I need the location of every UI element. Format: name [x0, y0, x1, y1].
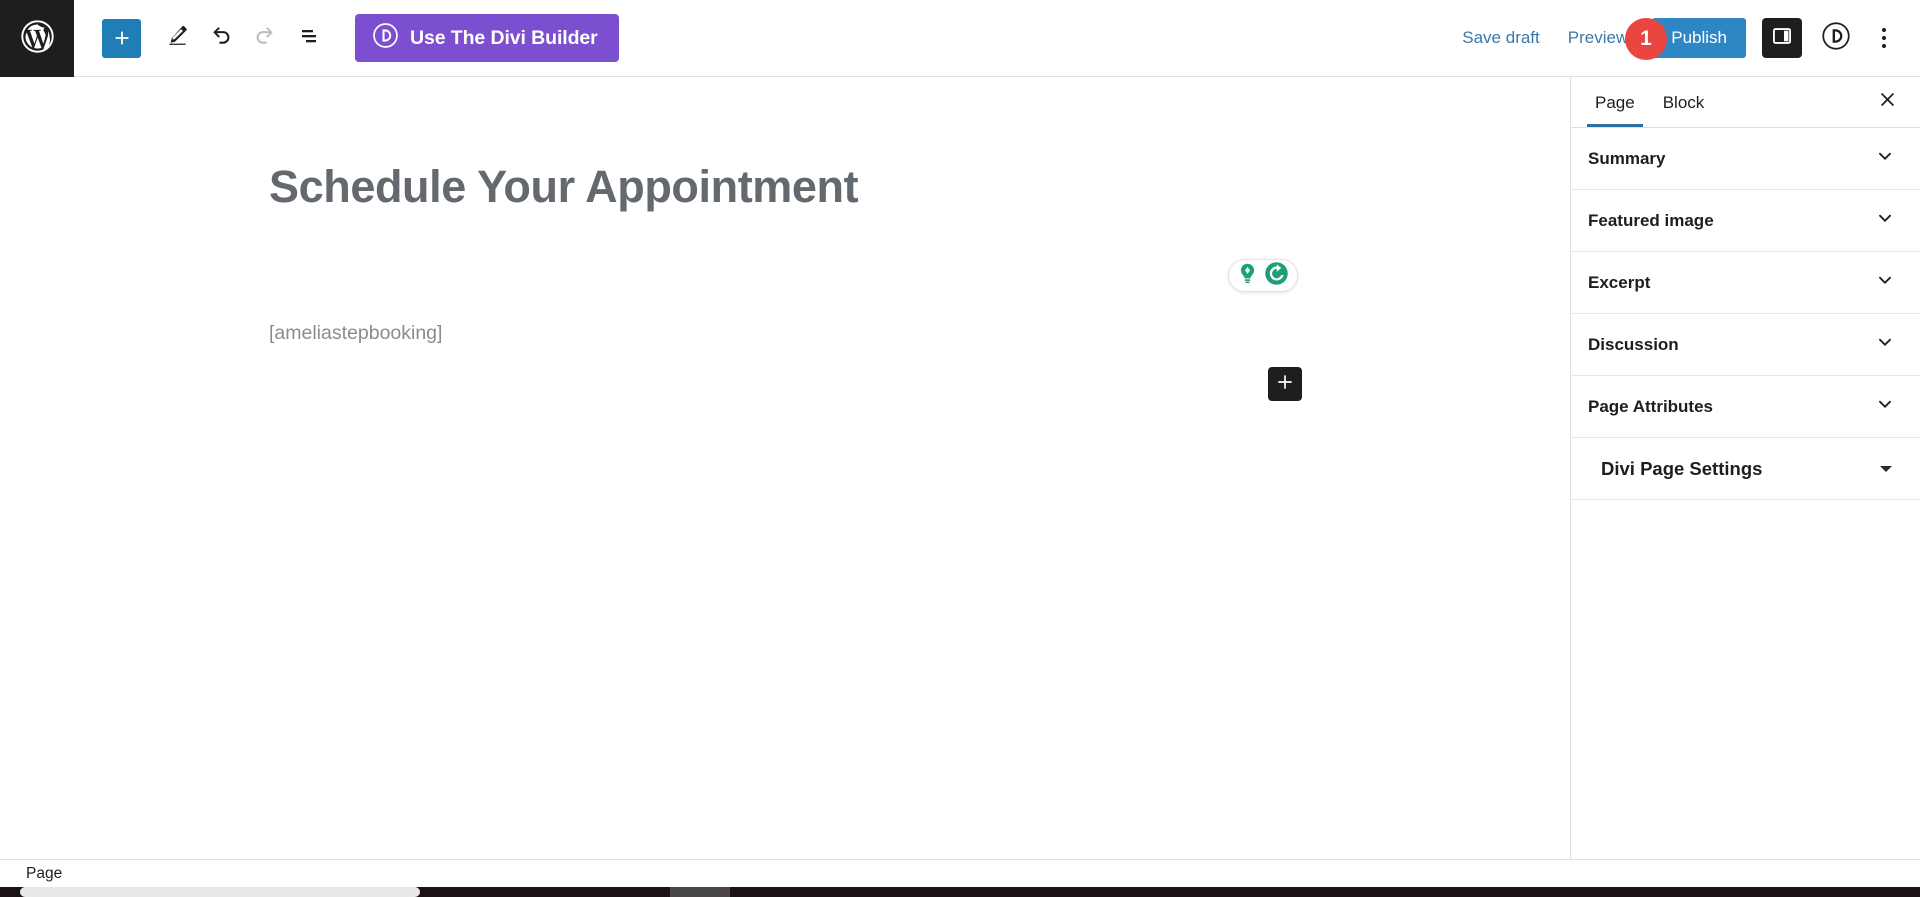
- redo-button[interactable]: [243, 16, 287, 60]
- more-options-button[interactable]: [1866, 18, 1902, 58]
- toolbar-right-group: Save draft Preview Publish: [1448, 0, 1920, 76]
- use-divi-builder-label: Use The Divi Builder: [410, 26, 598, 49]
- chevron-down-icon: [1874, 331, 1896, 358]
- notification-badge[interactable]: 1: [1625, 18, 1667, 60]
- tab-page[interactable]: Page: [1581, 79, 1649, 127]
- use-divi-builder-button[interactable]: Use The Divi Builder: [355, 14, 619, 62]
- redo-arrow-icon: [252, 23, 278, 54]
- panel-featured-image[interactable]: Featured image: [1571, 190, 1920, 252]
- panel-page-attributes-label: Page Attributes: [1588, 396, 1714, 416]
- list-view-button[interactable]: [287, 16, 331, 60]
- panel-summary-label: Summary: [1588, 148, 1666, 168]
- lightbulb-icon[interactable]: [1235, 261, 1260, 291]
- scrollbar-track-segment[interactable]: [670, 887, 730, 897]
- chevron-down-icon: [1874, 269, 1896, 296]
- page-title[interactable]: Schedule Your Appointment: [269, 161, 859, 213]
- wordpress-logo-button[interactable]: [0, 0, 74, 77]
- list-view-icon: [297, 24, 321, 53]
- panel-page-attributes[interactable]: Page Attributes: [1571, 376, 1920, 438]
- panel-discussion[interactable]: Discussion: [1571, 314, 1920, 376]
- undo-button[interactable]: [199, 16, 243, 60]
- three-dots-vertical-icon: [1882, 44, 1886, 48]
- wordpress-block-editor: Use The Divi Builder Save draft Preview …: [0, 0, 1920, 897]
- panel-excerpt-label: Excerpt: [1588, 272, 1651, 292]
- settings-sidebar-toggle-button[interactable]: [1762, 18, 1802, 58]
- panel-divi-page-settings-label: Divi Page Settings: [1601, 457, 1763, 479]
- toolbar-left-group: Use The Divi Builder: [74, 0, 619, 76]
- chevron-down-icon: [1874, 145, 1896, 172]
- breadcrumb: Page: [26, 864, 63, 882]
- panel-excerpt[interactable]: Excerpt: [1571, 252, 1920, 314]
- sidebar-tablist: Page Block: [1571, 77, 1920, 128]
- scrollbar-thumb[interactable]: [20, 887, 420, 897]
- wordpress-logo-icon: [19, 18, 56, 60]
- edit-tool-button[interactable]: [155, 16, 199, 60]
- pencil-icon: [166, 24, 189, 52]
- close-sidebar-button[interactable]: [1872, 87, 1902, 117]
- shortcode-paragraph-block[interactable]: [ameliastepbooking]: [269, 322, 442, 345]
- settings-sidebar-icon: [1771, 25, 1793, 52]
- panel-discussion-label: Discussion: [1588, 334, 1679, 354]
- caret-down-icon: [1880, 465, 1892, 472]
- divi-circle-d-icon: [372, 22, 399, 54]
- grammarly-assistant-pill[interactable]: [1228, 259, 1298, 292]
- undo-arrow-icon: [208, 23, 234, 54]
- editor-status-bar: Page: [0, 859, 1920, 887]
- horizontal-scrollbar[interactable]: [0, 887, 1920, 897]
- panel-divi-page-settings[interactable]: Divi Page Settings: [1571, 438, 1920, 500]
- panel-featured-image-label: Featured image: [1588, 210, 1714, 230]
- save-draft-button[interactable]: Save draft: [1448, 22, 1554, 54]
- three-dots-vertical-icon: [1882, 36, 1886, 40]
- chevron-down-icon: [1874, 207, 1896, 234]
- chevron-down-icon: [1874, 393, 1896, 420]
- plus-icon: [1275, 372, 1295, 397]
- block-inserter-button[interactable]: [1268, 367, 1302, 401]
- divi-options-button[interactable]: [1816, 18, 1856, 58]
- add-block-button[interactable]: [102, 18, 141, 58]
- divi-circle-d-icon: [1821, 21, 1851, 56]
- settings-sidebar: Page Block Summary Featured image Excerp…: [1570, 77, 1920, 859]
- close-icon: [1877, 89, 1898, 115]
- panel-summary[interactable]: Summary: [1571, 128, 1920, 190]
- editor-canvas[interactable]: Schedule Your Appointment [ameliastepboo…: [0, 77, 1570, 859]
- tab-block[interactable]: Block: [1649, 79, 1719, 126]
- grammarly-refresh-icon[interactable]: [1263, 260, 1290, 292]
- three-dots-vertical-icon: [1882, 28, 1886, 32]
